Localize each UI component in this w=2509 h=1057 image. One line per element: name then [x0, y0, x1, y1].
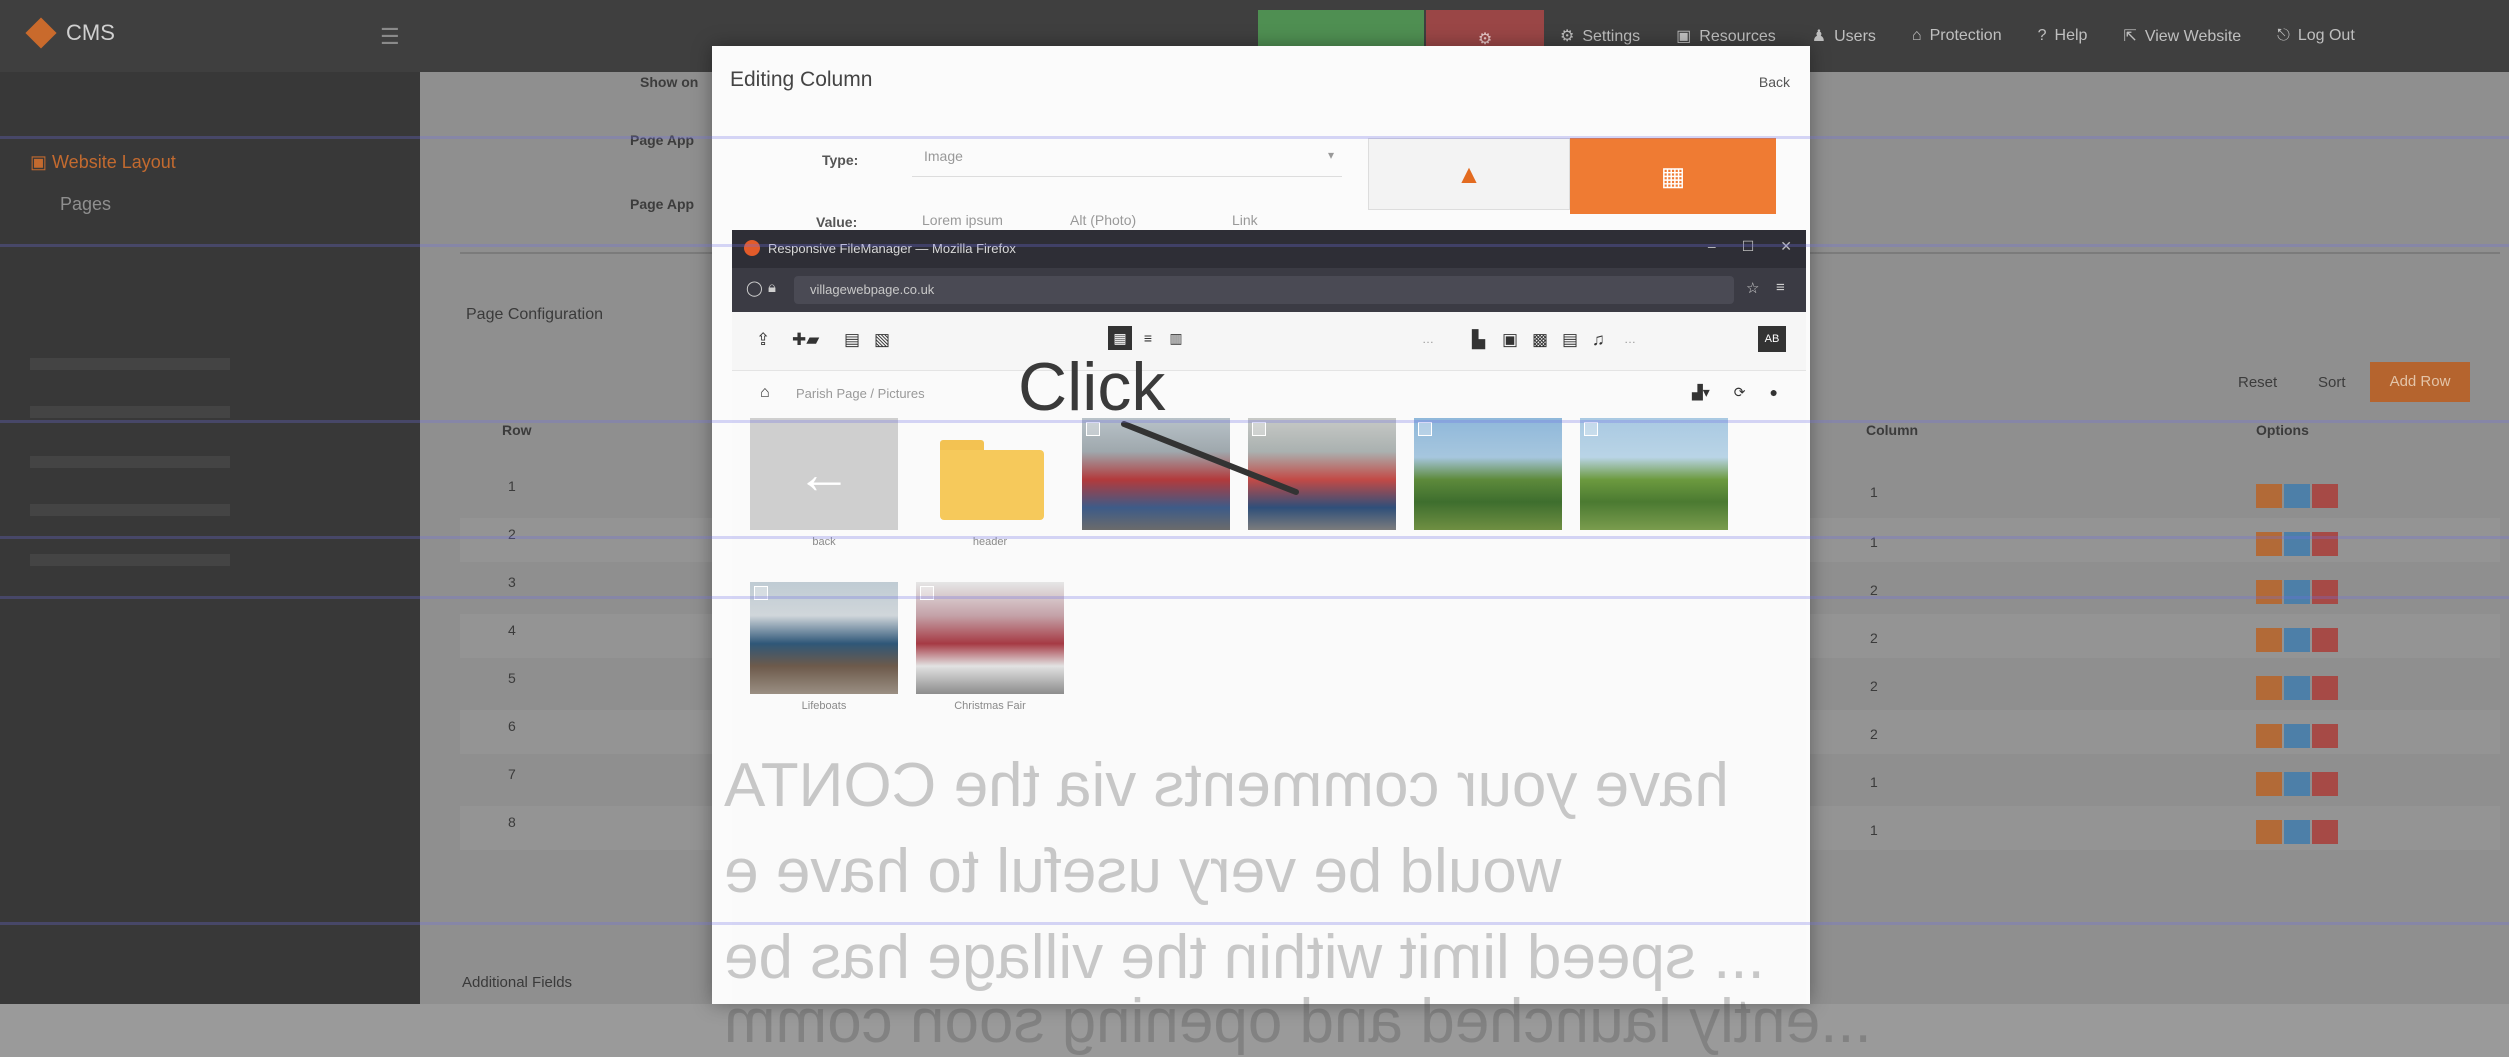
- annotation-pointer-arrow: [1121, 421, 1299, 495]
- scan-line: [0, 136, 2509, 139]
- scan-line: [0, 596, 2509, 599]
- scan-line: [0, 420, 2509, 423]
- scan-line: [0, 244, 2509, 247]
- scan-line: [0, 922, 2509, 925]
- scan-line: [0, 536, 2509, 539]
